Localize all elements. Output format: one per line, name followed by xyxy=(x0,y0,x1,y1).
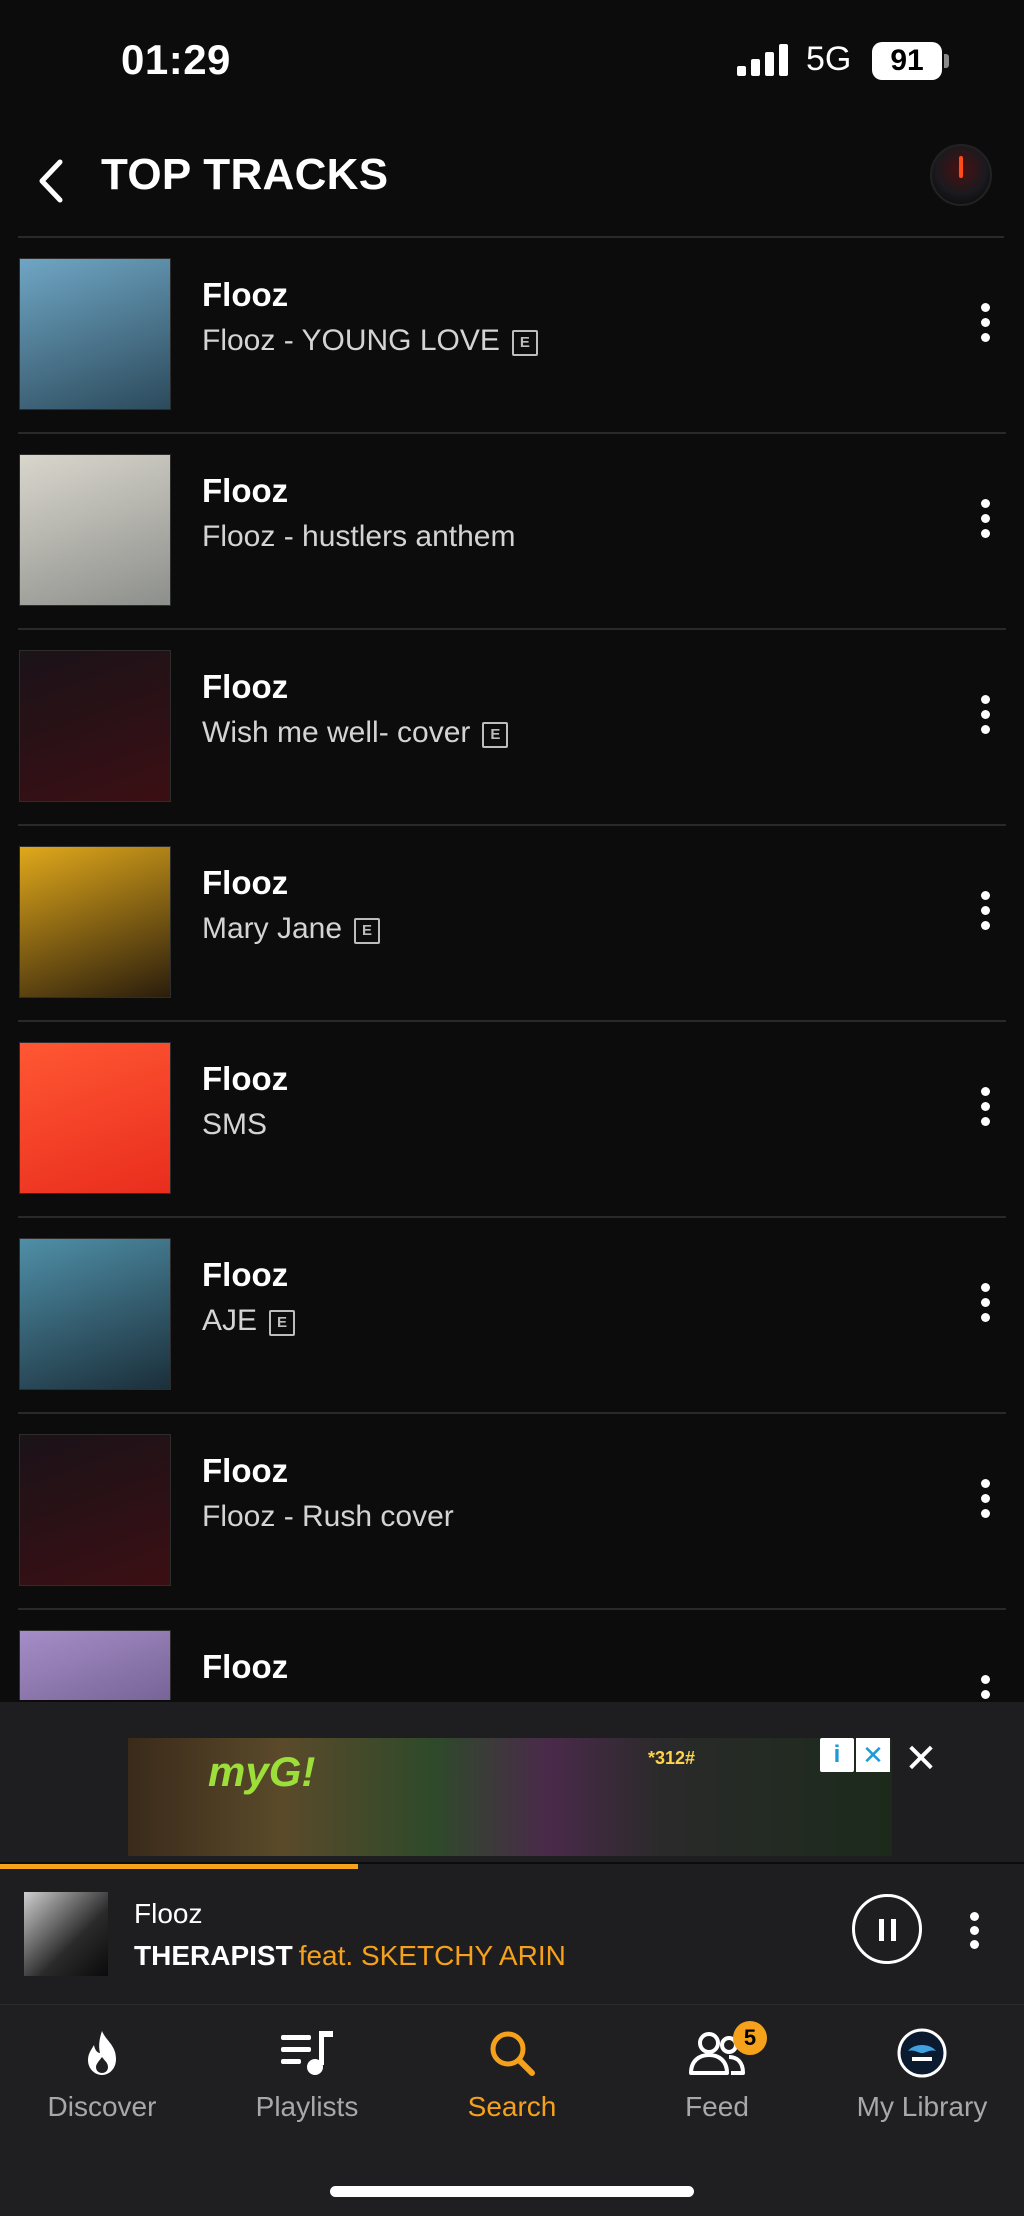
now-playing-featuring: feat. SKETCHY ARIN xyxy=(298,1940,566,1971)
player-more-icon[interactable] xyxy=(961,1908,987,1964)
tab-label: Playlists xyxy=(255,2091,359,2122)
track-title: SMS xyxy=(202,1108,268,1141)
tab-label: Search xyxy=(467,2091,557,2122)
track-title-line: Flooz - hustlers anthem xyxy=(202,520,515,554)
track-artwork xyxy=(19,650,171,802)
track-title: Wish me well- cover xyxy=(202,716,471,749)
ad-strip: myG! *312# i ✕ ✕ xyxy=(0,1702,1024,1862)
track-title-line: AJE E xyxy=(202,1304,296,1338)
track-artist: Flooz xyxy=(202,1060,289,1097)
track-more-icon[interactable] xyxy=(970,1278,1000,1338)
track-title: Flooz - Rush cover xyxy=(202,1500,454,1533)
tab-discover[interactable]: Discover xyxy=(0,2027,204,2137)
track-row[interactable]: Flooz Mary Jane E xyxy=(18,826,1006,1022)
track-row[interactable]: Flooz SMS xyxy=(18,1022,1006,1218)
track-title: Flooz - hustlers anthem xyxy=(202,520,516,553)
track-artist: Flooz xyxy=(202,864,289,901)
tab-label: Feed xyxy=(685,2091,749,2122)
track-artwork xyxy=(19,1238,171,1390)
track-title: Mary Jane xyxy=(202,912,343,945)
playback-progress-fill xyxy=(0,1864,359,1869)
track-artwork xyxy=(19,1042,171,1194)
track-title: Flooz - YOUNG LOVE xyxy=(202,324,500,357)
explicit-badge-icon: E xyxy=(511,330,538,356)
playback-progress[interactable] xyxy=(0,1864,1024,1869)
track-row[interactable]: Flooz AJE E xyxy=(18,1218,1006,1414)
track-artist: Flooz xyxy=(202,276,289,313)
playlist-icon xyxy=(281,2031,333,2075)
track-more-icon[interactable] xyxy=(970,494,1000,554)
home-indicator xyxy=(330,2186,694,2197)
mini-player[interactable]: Flooz THERAPIST feat. SKETCHY ARIN xyxy=(0,1864,1024,2004)
track-artwork xyxy=(19,258,171,410)
tab-label: Discover xyxy=(47,2091,157,2122)
track-more-icon[interactable] xyxy=(970,298,1000,358)
header: TOP TRACKS xyxy=(0,130,1024,238)
track-row[interactable]: Flooz xyxy=(18,1610,1006,1700)
track-title-line: SMS xyxy=(202,1108,267,1142)
back-chevron-icon[interactable] xyxy=(28,148,78,214)
track-more-icon[interactable] xyxy=(970,1474,1000,1534)
track-title-line: Mary Jane E xyxy=(202,912,381,946)
flame-icon xyxy=(88,2031,116,2075)
track-artwork xyxy=(19,454,171,606)
track-more-icon[interactable] xyxy=(970,1670,1000,1700)
status-bar: 01:29 5G 91 xyxy=(0,0,1024,120)
ad-code: *312# xyxy=(648,1748,696,1768)
now-playing-artist: Flooz xyxy=(134,1898,203,1929)
track-artist: Flooz xyxy=(202,668,289,705)
tab-bar: Discover Playlists Search 5 Feed My Libr… xyxy=(0,2004,1024,2216)
track-title-line: Flooz - Rush cover xyxy=(202,1500,454,1534)
track-title-line: Wish me well- cover E xyxy=(202,716,509,750)
track-row[interactable]: Flooz Wish me well- cover E xyxy=(18,630,1006,826)
pause-button[interactable] xyxy=(852,1894,922,1964)
ad-choices-close-icon[interactable]: ✕ xyxy=(856,1738,890,1772)
ad-close-button[interactable]: ✕ xyxy=(903,1739,939,1779)
track-more-icon[interactable] xyxy=(970,1082,1000,1142)
track-artwork xyxy=(19,1434,171,1586)
battery-level: 91 xyxy=(872,42,942,80)
track-artist: Flooz xyxy=(202,472,289,509)
page-title: TOP TRACKS xyxy=(101,150,389,199)
tab-my-library[interactable]: My Library xyxy=(820,2027,1024,2137)
track-more-icon[interactable] xyxy=(970,690,1000,750)
track-title-line: Flooz - YOUNG LOVE E xyxy=(202,324,538,358)
ad-info-icon[interactable]: i xyxy=(820,1738,854,1772)
track-row[interactable]: Flooz Flooz - hustlers anthem xyxy=(18,434,1006,630)
network-type: 5G xyxy=(806,40,852,78)
profile-avatar[interactable] xyxy=(930,144,992,206)
tab-search[interactable]: Search xyxy=(410,2027,614,2137)
track-artwork xyxy=(19,1630,171,1700)
signal-icon xyxy=(737,44,788,76)
track-more-icon[interactable] xyxy=(970,886,1000,946)
explicit-badge-icon: E xyxy=(482,722,509,748)
now-playing-title-line: THERAPIST feat. SKETCHY ARIN xyxy=(134,1940,566,1972)
tab-playlists[interactable]: Playlists xyxy=(205,2027,409,2137)
track-artist: Flooz xyxy=(202,1452,289,1489)
explicit-badge-icon: E xyxy=(269,1310,296,1336)
now-playing-artwork xyxy=(24,1892,108,1976)
track-artist: Flooz xyxy=(202,1256,289,1293)
track-row[interactable]: Flooz Flooz - YOUNG LOVE E xyxy=(18,238,1006,434)
battery-icon xyxy=(944,54,949,68)
tab-feed[interactable]: 5 Feed xyxy=(615,2021,819,2137)
feed-badge: 5 xyxy=(733,2021,767,2055)
track-row[interactable]: Flooz Flooz - Rush cover xyxy=(18,1414,1006,1610)
tab-label: My Library xyxy=(856,2091,988,2122)
ad-logo: myG! xyxy=(208,1748,316,1795)
track-artwork xyxy=(19,846,171,998)
library-avatar-icon xyxy=(897,2028,947,2078)
explicit-badge-icon: E xyxy=(354,918,381,944)
track-artist: Flooz xyxy=(202,1648,289,1685)
now-playing-title: THERAPIST xyxy=(134,1940,293,1971)
status-time: 01:29 xyxy=(121,36,231,83)
track-title: AJE xyxy=(202,1304,258,1337)
track-list: Flooz Flooz - YOUNG LOVE E Flooz Flooz - hus… xyxy=(0,238,1024,1700)
ad-banner[interactable]: myG! *312# xyxy=(128,1738,892,1856)
search-icon xyxy=(490,2031,535,2076)
